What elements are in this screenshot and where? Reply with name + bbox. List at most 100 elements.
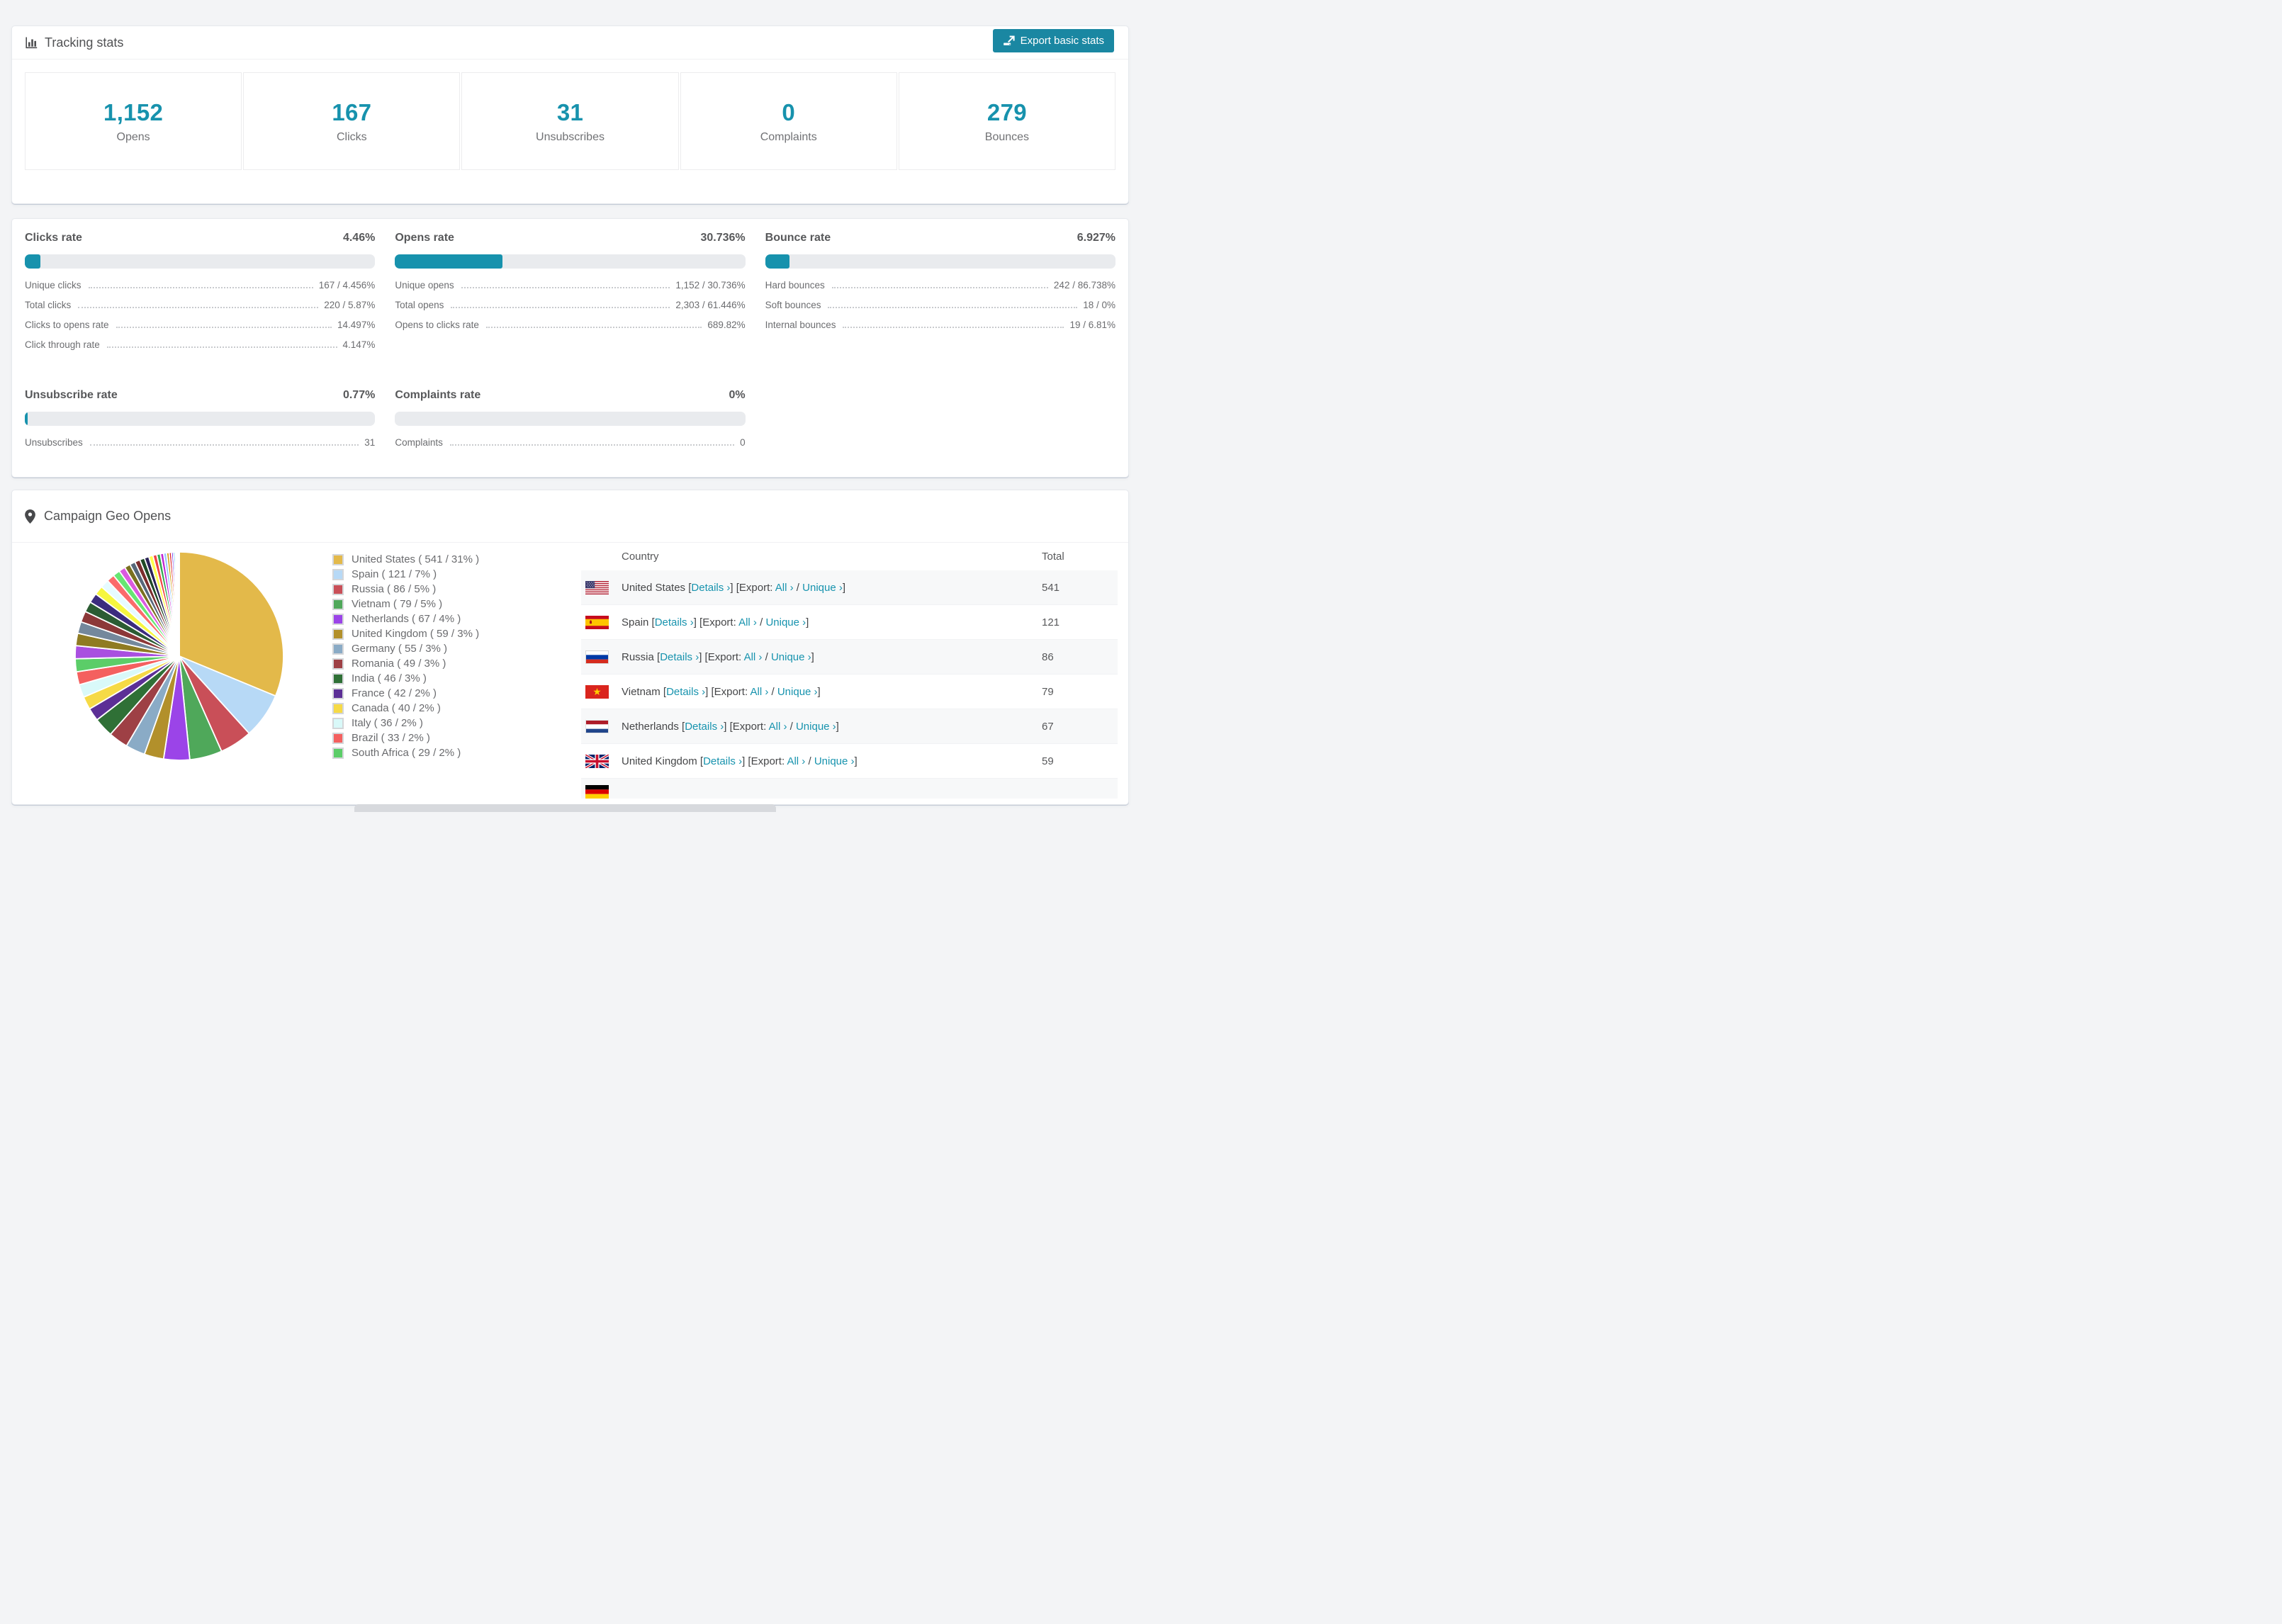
dotted-leader [116,327,332,328]
rate-value: 0% [729,389,746,401]
legend-color-swatch [332,732,344,744]
rate-detail-row: Unique opens 1,152 / 30.736% [395,280,745,300]
dotted-leader [89,444,359,446]
export-unique-link[interactable]: Unique › [777,686,818,698]
total-cell: 67 [1042,720,1054,733]
details-link[interactable]: Details › [660,651,699,663]
details-link[interactable]: Details › [655,616,694,628]
rate-title: Opens rate [395,232,454,244]
geo-table-header: Country Total [581,543,1118,570]
legend-item: United States ( 541 / 31% ) [332,552,479,567]
rate-title: Complaints rate [395,389,481,401]
stat-box: 279 Bounces [898,72,1116,170]
rates-card: Clicks rate 4.46% Unique clicks 167 / 4.… [11,218,1129,478]
dotted-leader [449,444,735,446]
stat-value: 1,152 [103,98,164,125]
export-all-link[interactable]: All › [769,721,787,733]
export-all-link[interactable]: All › [775,582,794,594]
detail-label: Unique clicks [25,280,82,291]
legend-color-swatch [332,643,344,655]
stat-box: 1,152 Opens [25,72,242,170]
total-cell: 59 [1042,755,1054,767]
export-all-link[interactable]: All › [787,755,805,767]
legend-color-swatch [332,658,344,670]
rate-detail-row: Complaints 0 [395,437,745,457]
detail-label: Total clicks [25,300,72,310]
total-cell: 79 [1042,685,1054,698]
details-link[interactable]: Details › [691,582,730,594]
tracking-stats-header: Tracking stats Export basic stats [12,26,1128,60]
legend-label: Romania ( 49 / 3% ) [352,658,446,670]
export-icon [1003,35,1015,47]
bounce-rate-block: Bounce rate 6.927% Hard bounces 242 / 86… [765,232,1115,359]
rate-detail-row: Unsubscribes 31 [25,437,375,457]
complaints-rate-block: Complaints rate 0% Complaints 0 [395,389,746,457]
legend-label: United States ( 541 / 31% ) [352,553,480,565]
legend-label: India ( 46 / 3% ) [352,672,427,684]
total-cell: 86 [1042,650,1054,663]
export-unique-link[interactable]: Unique › [765,616,806,628]
export-unique-link[interactable]: Unique › [771,651,811,663]
total-column-header: Total [1042,551,1064,563]
geo-opens-pie-chart [74,551,284,761]
dotted-leader [88,287,313,288]
details-link[interactable]: Details › [703,755,742,767]
dotted-leader [78,307,319,308]
country-flag-icon [585,650,609,664]
geo-table-row: United Kingdom [Details ›] [Export: All … [581,744,1118,779]
legend-item: Vietnam ( 79 / 5% ) [332,597,479,611]
detail-label: Click through rate [25,339,100,350]
legend-label: Netherlands ( 67 / 4% ) [352,613,461,625]
stat-value: 0 [782,98,796,125]
total-cell: 541 [1042,581,1060,594]
legend-item: South Africa ( 29 / 2% ) [332,745,479,760]
stat-value: 167 [332,98,372,125]
rate-progress-bar [765,254,1115,269]
export-all-link[interactable]: All › [750,686,768,698]
export-unique-link[interactable]: Unique › [796,721,836,733]
rate-detail-row: Internal bounces 19 / 6.81% [765,320,1115,339]
country-flag-icon [585,754,609,768]
legend-color-swatch [332,717,344,729]
legend-label: France ( 42 / 2% ) [352,687,437,699]
dotted-leader [831,287,1048,288]
legend-label: Canada ( 40 / 2% ) [352,702,441,714]
export-basic-stats-button[interactable]: Export basic stats [992,29,1114,52]
legend-item: Spain ( 121 / 7% ) [332,567,479,582]
detail-label: Clicks to opens rate [25,320,109,330]
opens-rate-block: Opens rate 30.736% Unique opens 1,152 / … [395,232,746,359]
country-flag-icon [585,719,609,733]
stat-label: Bounces [984,130,1030,143]
dotted-leader [828,307,1078,308]
legend-item: Netherlands ( 67 / 4% ) [332,611,479,626]
export-all-link[interactable]: All › [744,651,763,663]
legend-item: India ( 46 / 3% ) [332,671,479,686]
rate-title: Unsubscribe rate [25,389,118,401]
details-link[interactable]: Details › [666,686,705,698]
stats-strip: 1,152 Opens 167 Clicks 31 Unsubscribes 0… [25,72,1116,170]
stat-label: Complaints [760,130,817,143]
detail-value: 1,152 / 30.736% [675,280,746,291]
horizontal-scrollbar-thumb[interactable] [354,804,776,812]
stat-label: Clicks [336,130,367,143]
country-flag-icon [585,580,609,594]
detail-label: Complaints [395,437,443,448]
total-cell: 121 [1042,616,1060,628]
detail-label: Total opens [395,300,444,310]
bar-chart-icon [25,36,38,50]
country-column-header: Country [622,551,659,563]
rate-detail-row: Unique clicks 167 / 4.456% [25,280,375,300]
legend-color-swatch [332,687,344,699]
rate-progress-bar [395,254,746,269]
export-unique-link[interactable]: Unique › [802,582,843,594]
export-all-link[interactable]: All › [738,616,757,628]
legend-item: Italy ( 36 / 2% ) [332,716,479,731]
detail-value: 2,303 / 61.446% [675,300,746,310]
details-link[interactable]: Details › [685,721,724,733]
rate-detail-row: Click through rate 4.147% [25,339,375,359]
geo-header: Campaign Geo Opens [12,490,1128,543]
geo-opens-table: Country Total United States [Details ›] … [581,543,1118,799]
export-unique-link[interactable]: Unique › [814,755,855,767]
legend-color-swatch [332,747,344,759]
stat-value: 31 [556,98,584,125]
